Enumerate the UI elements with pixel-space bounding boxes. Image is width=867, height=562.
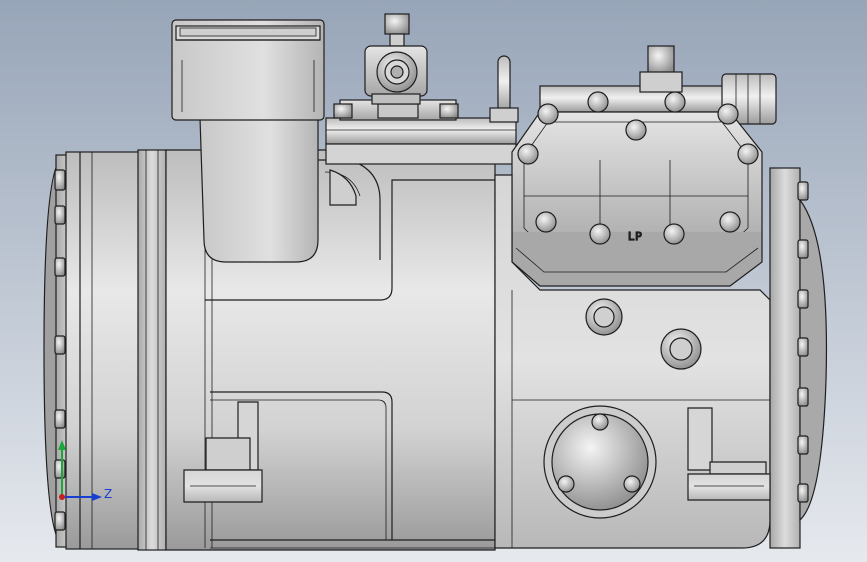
triad-y-axis-icon [58, 440, 66, 497]
triad-z-label: Z [104, 487, 112, 501]
triad-z-axis-icon [62, 493, 102, 501]
graphics-viewport[interactable]: LP Z [0, 0, 867, 562]
view-triad: Z [58, 440, 112, 501]
triad-origin-icon [59, 494, 65, 500]
